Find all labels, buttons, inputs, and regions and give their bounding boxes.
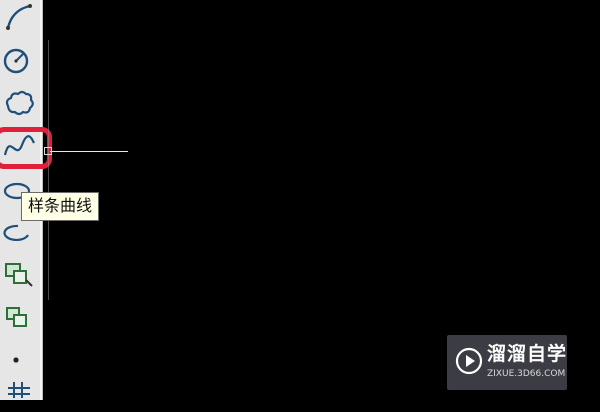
insert-block-icon[interactable] [2,258,38,292]
cursor-pickbox [44,147,52,155]
watermark-title: 溜溜自学 [487,343,568,365]
point-icon[interactable] [2,342,38,376]
ellipse-arc-icon[interactable] [2,216,38,250]
hatch-icon[interactable] [2,378,38,412]
watermark: 溜溜自学 ZIXUE.3D66.COM [447,335,567,390]
crosshair-vertical-line [48,40,49,300]
revision-cloud-icon[interactable] [2,86,38,120]
make-block-icon[interactable] [2,300,38,334]
crosshair-horizontal-line [50,151,128,152]
circle-icon[interactable] [2,43,38,77]
play-logo-icon [455,347,483,375]
arc-icon[interactable] [2,0,38,34]
spline-tooltip: 样条曲线 [21,192,100,221]
watermark-url: ZIXUE.3D66.COM [487,369,566,379]
